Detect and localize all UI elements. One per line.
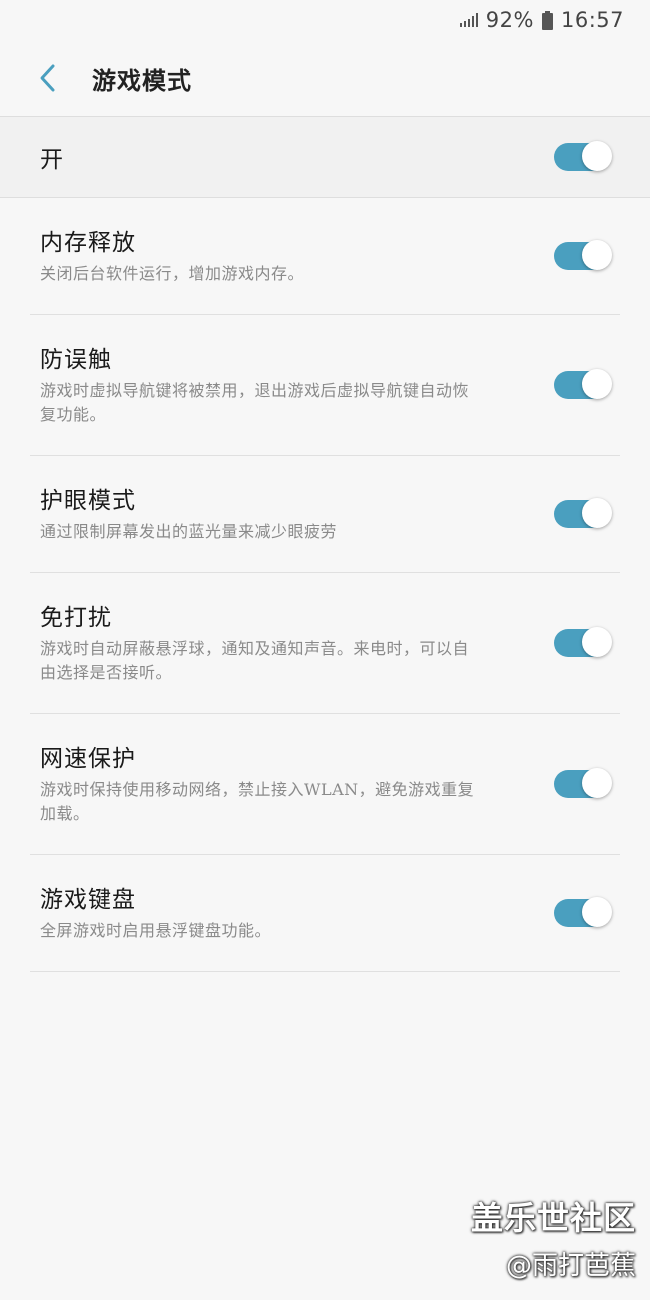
setting-title: 内存释放 xyxy=(40,230,136,256)
setting-row-game-keyboard[interactable]: 游戏键盘 全屏游戏时启用悬浮键盘功能。 xyxy=(30,855,620,972)
setting-title: 免打扰 xyxy=(40,605,112,631)
anti-mistouch-switch[interactable] xyxy=(554,369,612,399)
battery-percent: 92% xyxy=(485,8,534,32)
setting-row-anti-mistouch[interactable]: 防误触 游戏时虚拟导航键将被禁用，退出游戏后虚拟导航键自动恢复功能。 xyxy=(30,315,620,456)
setting-description: 游戏时自动屏蔽悬浮球，通知及通知声音。来电时，可以自由选择是否接听。 xyxy=(40,639,470,682)
switch-thumb xyxy=(582,369,612,399)
master-toggle-label: 开 xyxy=(40,147,63,173)
battery-icon xyxy=(541,10,553,30)
settings-list: 内存释放 关闭后台软件运行，增加游戏内存。 防误触 游戏时虚拟导航键将被禁用，退… xyxy=(30,198,620,972)
page-title: 游戏模式 xyxy=(92,65,192,95)
switch-thumb xyxy=(582,240,612,270)
network-protection-switch[interactable] xyxy=(554,768,612,798)
setting-description: 游戏时保持使用移动网络，禁止接入WLAN，避免游戏重复加载。 xyxy=(40,780,475,823)
watermark-author: @雨打芭蕉 xyxy=(505,1251,636,1281)
setting-description: 游戏时虚拟导航键将被禁用，退出游戏后虚拟导航键自动恢复功能。 xyxy=(40,381,470,424)
setting-title: 游戏键盘 xyxy=(40,887,136,913)
chevron-left-icon xyxy=(40,64,55,92)
back-button[interactable] xyxy=(28,58,68,98)
signal-icon xyxy=(459,13,478,27)
switch-thumb xyxy=(582,627,612,657)
switch-thumb xyxy=(582,141,612,171)
game-keyboard-switch[interactable] xyxy=(554,897,612,927)
do-not-disturb-switch[interactable] xyxy=(554,627,612,657)
eye-protection-switch[interactable] xyxy=(554,498,612,528)
switch-thumb xyxy=(582,897,612,927)
switch-thumb xyxy=(582,498,612,528)
app-header: 游戏模式 xyxy=(0,40,650,116)
setting-row-memory-release[interactable]: 内存释放 关闭后台软件运行，增加游戏内存。 xyxy=(30,198,620,315)
watermark-brand: 盖乐世社区 xyxy=(470,1199,636,1237)
setting-row-network-protection[interactable]: 网速保护 游戏时保持使用移动网络，禁止接入WLAN，避免游戏重复加载。 xyxy=(30,714,620,855)
clock: 16:57 xyxy=(560,8,624,32)
setting-row-do-not-disturb[interactable]: 免打扰 游戏时自动屏蔽悬浮球，通知及通知声音。来电时，可以自由选择是否接听。 xyxy=(30,573,620,714)
master-toggle-switch[interactable] xyxy=(554,141,612,171)
setting-description: 全屏游戏时启用悬浮键盘功能。 xyxy=(40,921,272,940)
status-bar: 92% 16:57 xyxy=(0,0,650,40)
master-toggle-row[interactable]: 开 xyxy=(0,116,650,198)
setting-description: 关闭后台软件运行，增加游戏内存。 xyxy=(40,264,305,283)
setting-title: 防误触 xyxy=(40,347,112,373)
setting-title: 护眼模式 xyxy=(40,488,136,514)
watermark: 盖乐世社区 @雨打芭蕉 xyxy=(471,1193,636,1282)
setting-description: 通过限制屏幕发出的蓝光量来减少眼疲劳 xyxy=(40,522,338,541)
setting-row-eye-protection[interactable]: 护眼模式 通过限制屏幕发出的蓝光量来减少眼疲劳 xyxy=(30,456,620,573)
memory-release-switch[interactable] xyxy=(554,240,612,270)
switch-thumb xyxy=(582,768,612,798)
setting-title: 网速保护 xyxy=(40,746,136,772)
